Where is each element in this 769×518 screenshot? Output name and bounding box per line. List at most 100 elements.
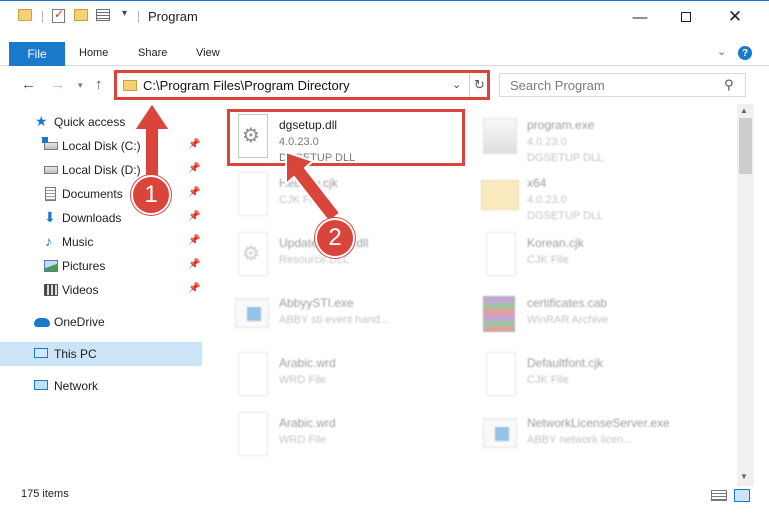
sidebar-item-network[interactable]: Network	[0, 374, 202, 398]
sidebar-item-label: Local Disk (C:)	[62, 139, 141, 153]
search-input[interactable]: Search Program ⚲	[499, 73, 746, 97]
network-icon	[34, 380, 48, 390]
file-item[interactable]: Korean.cjk CJK File	[479, 230, 719, 286]
sidebar-item-label: Music	[62, 235, 94, 249]
folder-icon	[18, 9, 32, 21]
sidebar-item-label: Quick access	[54, 115, 126, 129]
minimize-button[interactable]: —	[617, 1, 663, 33]
videos-icon	[44, 284, 58, 296]
pin-icon[interactable]: 📌	[188, 259, 200, 270]
details-view-icon[interactable]	[711, 490, 727, 501]
item-count: 175 items	[21, 488, 69, 500]
drive-icon	[42, 137, 58, 150]
file-item[interactable]: Defaultfont.cjk CJK File	[479, 350, 719, 406]
callout-1: 1	[131, 175, 171, 215]
sidebar-item-label: Network	[54, 379, 99, 393]
tab-view[interactable]: View	[196, 47, 220, 59]
search-icon[interactable]: ⚲	[724, 77, 734, 93]
expand-ribbon-chevron-icon[interactable]: ⌄	[717, 45, 726, 58]
pin-icon[interactable]: 📌	[188, 283, 200, 294]
sidebar-item-local-disk-d[interactable]: Local Disk (D:) 📌	[0, 158, 202, 182]
customize-quick-access-chevron-icon[interactable]: ▾	[122, 8, 127, 19]
file-item[interactable]: x64 4.0.23.0 DGSETUP DLL	[479, 170, 719, 226]
file-item[interactable]: Arabic.wrd WRD File	[231, 350, 471, 406]
vertical-scrollbar[interactable]: ▲ ▼	[737, 104, 754, 486]
sidebar-item-label: Videos	[62, 283, 99, 297]
refresh-icon[interactable]: ↻	[469, 73, 489, 97]
exe-icon	[479, 114, 519, 162]
computer-icon	[34, 348, 48, 358]
help-icon[interactable]: ?	[738, 46, 752, 60]
file-icon	[231, 172, 271, 220]
new-folder-icon[interactable]	[74, 9, 88, 21]
rename-icon[interactable]	[96, 9, 110, 21]
app-icon	[479, 412, 519, 460]
up-button[interactable]: ↑	[95, 76, 103, 93]
sidebar-item-quick-access[interactable]: ★ Quick access	[0, 110, 202, 134]
tab-home[interactable]: Home	[79, 47, 108, 59]
file-version: 4.0.23.0	[527, 136, 567, 148]
file-version: 4.0.23.0	[527, 194, 567, 206]
forward-button[interactable]: →	[50, 76, 65, 93]
file-description: DGSETUP DLL	[527, 152, 604, 164]
file-type: CJK File	[527, 254, 569, 266]
navigation-pane: ★ Quick access Local Disk (C:) 📌 Local D…	[0, 110, 205, 484]
separator	[42, 11, 43, 23]
file-type: WinRAR Archive	[527, 314, 609, 326]
pin-icon[interactable]: 📌	[188, 163, 200, 174]
pin-icon[interactable]: 📌	[188, 211, 200, 222]
file-item[interactable]: Arabic.wrd WRD File	[231, 410, 471, 466]
sidebar-item-label: Pictures	[62, 259, 106, 273]
scrollbar-thumb[interactable]	[739, 118, 752, 174]
file-name: certificates.cab	[527, 296, 608, 310]
pin-icon[interactable]: 📌	[188, 235, 200, 246]
pin-icon[interactable]: 📌	[188, 139, 200, 150]
sidebar-item-local-disk-c[interactable]: Local Disk (C:) 📌	[0, 134, 202, 158]
file-name: program.exe	[527, 118, 595, 132]
file-type: CJK File	[279, 194, 321, 206]
sidebar-item-videos[interactable]: Videos 📌	[0, 278, 202, 302]
file-icon	[231, 352, 271, 400]
sidebar-item-downloads[interactable]: ⬇ Downloads 📌	[0, 206, 202, 230]
documents-icon	[45, 187, 56, 201]
sidebar-item-onedrive[interactable]: OneDrive	[0, 310, 202, 334]
properties-checkmark-icon[interactable]	[52, 7, 65, 23]
pin-icon[interactable]: 📌	[188, 187, 200, 198]
sidebar-item-label: This PC	[54, 347, 97, 361]
tab-file[interactable]: File	[9, 42, 65, 66]
file-item[interactable]: Hebrew.cjk CJK File	[231, 170, 471, 226]
back-button[interactable]: ←	[21, 76, 36, 93]
file-icon	[479, 232, 519, 280]
file-type: ABBY sti event hand...	[279, 314, 389, 326]
address-bar[interactable]: C:\Program Files\Program Directory ⌄ ↻	[114, 70, 490, 100]
status-bar: 175 items	[0, 486, 769, 504]
cloud-icon	[34, 318, 50, 327]
recent-locations-chevron-icon[interactable]: ▾	[78, 80, 83, 91]
sidebar-item-this-pc[interactable]: This PC	[0, 342, 202, 366]
file-item[interactable]: NetworkLicenseServer.exe ABBY network li…	[479, 410, 719, 466]
app-icon	[231, 292, 271, 340]
file-name: x64	[527, 176, 547, 190]
close-button[interactable]: ✕	[712, 1, 758, 33]
file-type: WRD File	[279, 374, 327, 386]
file-item[interactable]: AbbyySTI.exe ABBY sti event hand...	[231, 290, 471, 346]
file-name: Arabic.wrd	[279, 416, 336, 430]
archive-icon	[479, 292, 519, 340]
file-name: NetworkLicenseServer.exe	[527, 416, 670, 430]
large-icons-view-icon[interactable]	[734, 489, 750, 502]
dll-icon	[231, 232, 271, 280]
sidebar-item-documents[interactable]: Documents 📌	[0, 182, 202, 206]
address-path[interactable]: C:\Program Files\Program Directory	[143, 78, 350, 93]
sidebar-item-pictures[interactable]: Pictures 📌	[0, 254, 202, 278]
maximize-button[interactable]	[663, 1, 709, 33]
scroll-up-icon[interactable]: ▲	[740, 106, 748, 115]
file-icon	[479, 352, 519, 400]
separator	[138, 11, 139, 23]
file-item[interactable]: certificates.cab WinRAR Archive	[479, 290, 719, 346]
address-history-chevron-icon[interactable]: ⌄	[452, 78, 461, 91]
scroll-down-icon[interactable]: ▼	[740, 472, 748, 481]
sidebar-item-music[interactable]: ♪ Music 📌	[0, 230, 202, 254]
file-name: Hebrew.cjk	[279, 176, 338, 190]
tab-share[interactable]: Share	[138, 47, 167, 59]
file-item[interactable]: program.exe 4.0.23.0 DGSETUP DLL	[479, 112, 719, 168]
